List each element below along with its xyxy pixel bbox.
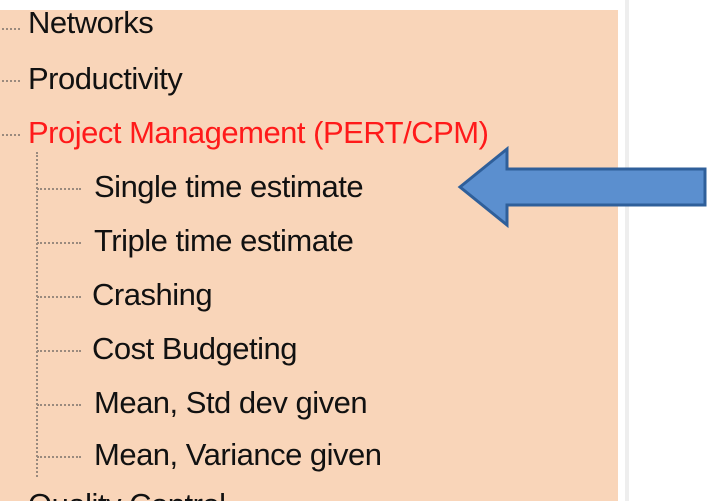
tree-item-mean-std-dev-given[interactable]: Mean, Std dev given bbox=[94, 384, 368, 422]
tree-connector bbox=[37, 456, 81, 458]
left-arrow-annotation bbox=[457, 145, 707, 229]
tree-item-quality-control[interactable]: Quality Control bbox=[28, 486, 226, 501]
tree-item-mean-variance-given[interactable]: Mean, Variance given bbox=[94, 436, 382, 474]
tree-item-networks[interactable]: Networks bbox=[28, 10, 154, 42]
tree-item-triple-time-estimate[interactable]: Triple time estimate bbox=[94, 222, 354, 260]
tree-item-crashing[interactable]: Crashing bbox=[92, 276, 213, 314]
tree-connector bbox=[37, 296, 81, 298]
tree-connector bbox=[2, 134, 20, 136]
tree-item-productivity[interactable]: Productivity bbox=[28, 60, 183, 98]
tree-connector bbox=[37, 350, 81, 352]
tree-item-single-time-estimate[interactable]: Single time estimate bbox=[94, 168, 364, 206]
tree-connector bbox=[37, 242, 81, 244]
tree-connector bbox=[2, 28, 20, 30]
tree-connector bbox=[37, 404, 81, 406]
tree-connector bbox=[2, 80, 20, 82]
arrow-shape bbox=[457, 145, 707, 229]
scrollbar-edge[interactable] bbox=[625, 0, 629, 501]
tree-connector bbox=[37, 188, 81, 190]
tree-connector bbox=[36, 152, 38, 477]
tree-view: Networks Productivity Project Management… bbox=[0, 10, 618, 501]
screenshot: Networks Productivity Project Management… bbox=[0, 0, 709, 501]
tree-item-cost-budgeting[interactable]: Cost Budgeting bbox=[92, 330, 297, 368]
tree-item-project-management[interactable]: Project Management (PERT/CPM) bbox=[28, 114, 489, 152]
